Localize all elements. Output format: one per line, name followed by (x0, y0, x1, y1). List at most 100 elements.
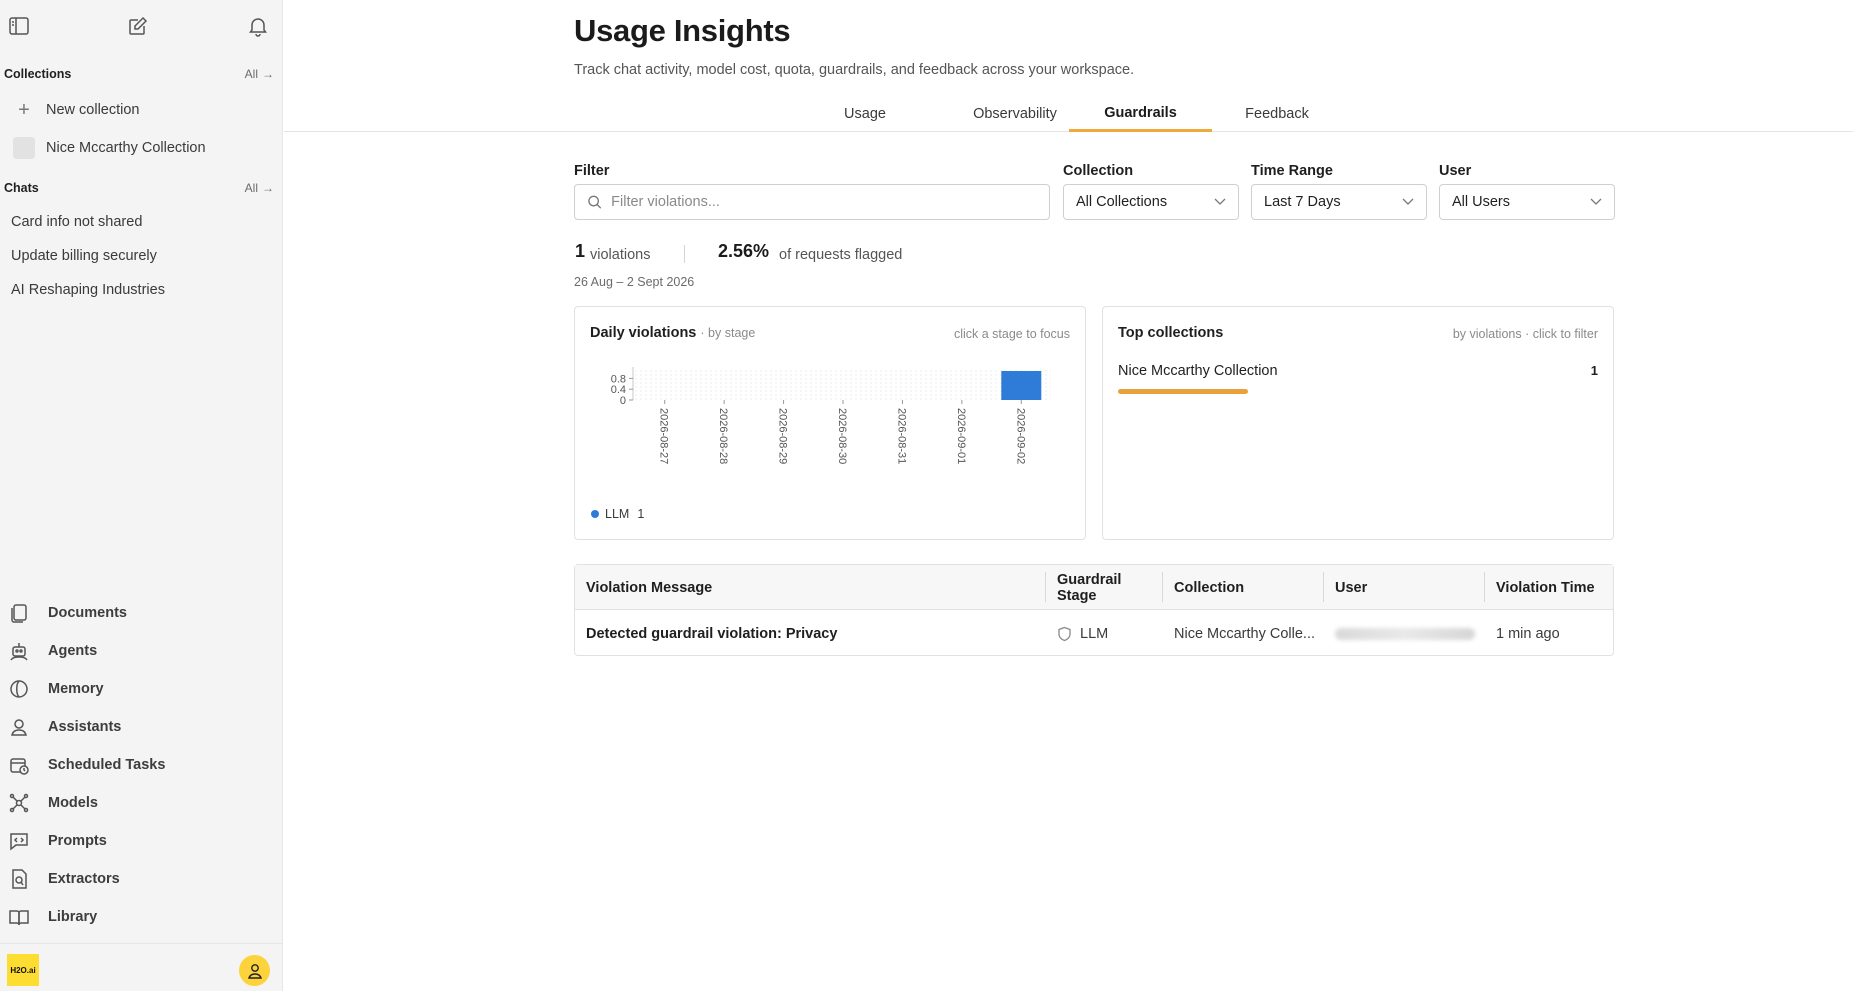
nav-label: Library (48, 909, 98, 925)
x-tick-label: 2026-09-01 (955, 408, 967, 464)
user-label: User (1439, 163, 1472, 179)
collection-cell: Nice Mccarthy Colle... (1174, 625, 1316, 642)
top-collection-count: 1 (1590, 363, 1598, 378)
main-content: Usage Insights Track chat activity, mode… (284, 0, 1853, 991)
chat-title: AI Reshaping Industries (11, 282, 165, 298)
nav-label: Memory (48, 681, 104, 697)
models-icon (9, 793, 29, 813)
x-tick-label: 2026-08-30 (836, 408, 848, 464)
nav-library[interactable]: Library (0, 900, 283, 934)
time-range-select-value: Last 7 Days (1264, 194, 1341, 210)
table-header: Violation Message Guardrail Stage Collec… (575, 565, 1613, 610)
collection-label: Collection (1063, 163, 1134, 179)
page-subtitle: Track chat activity, model cost, quota, … (574, 62, 1135, 78)
card-title: Daily violations · by stage (590, 325, 755, 341)
chat-title: Update billing securely (11, 248, 157, 264)
nav-label: Models (48, 795, 98, 811)
chats-all-link[interactable]: All → (245, 181, 274, 195)
chat-title: Card info not shared (11, 214, 143, 230)
user-avatar[interactable] (239, 955, 270, 986)
daily-violations-title: Daily violations (590, 325, 697, 341)
nav-memory[interactable]: Memory (0, 672, 283, 706)
new-chat-icon[interactable] (124, 12, 152, 40)
collection-thumbnail (13, 137, 35, 159)
violations-count: 1 (575, 241, 586, 261)
filter-field (574, 184, 1050, 220)
tab-usage[interactable]: Usage (800, 96, 930, 132)
extractors-icon (12, 869, 27, 889)
column-header-violation-message[interactable]: Violation Message (575, 565, 1045, 610)
collection-select[interactable]: All Collections (1063, 184, 1239, 220)
filter-violations-input[interactable] (611, 194, 1049, 210)
violations-table: Violation Message Guardrail Stage Collec… (574, 564, 1614, 656)
h2o-logo: H2O.ai (7, 954, 39, 986)
documents-icon (11, 604, 27, 623)
nav-prompts[interactable]: Prompts (0, 824, 283, 858)
chat-item[interactable]: Card info not shared (0, 206, 283, 238)
top-collection-name: Nice Mccarthy Collection (1118, 363, 1278, 379)
collections-all-link[interactable]: All → (245, 67, 274, 81)
chat-item[interactable]: Update billing securely (0, 240, 283, 272)
time-range-label: Time Range (1251, 163, 1333, 179)
top-collection-bar (1118, 389, 1248, 394)
daily-violations-subtitle: · by stage (700, 326, 756, 340)
daily-violations-card: Daily violations · by stage click a stag… (574, 306, 1086, 540)
collections-heading: Collections (4, 67, 72, 81)
violation-time-cell: 1 min ago (1496, 625, 1560, 642)
memory-icon (10, 680, 28, 698)
top-collection-bar-track (1118, 389, 1598, 394)
new-collection-button[interactable]: + New collection (0, 94, 283, 126)
shield-icon (1058, 626, 1071, 641)
nav-label: Extractors (48, 871, 120, 887)
guardrail-stage-value: LLM (1080, 625, 1109, 642)
collections-all-label: All (244, 67, 258, 81)
sidebar-collection-item[interactable]: Nice Mccarthy Collection (0, 132, 283, 164)
user-select-value: All Users (1452, 194, 1511, 210)
x-tick-label: 2026-08-28 (717, 408, 729, 464)
chat-item[interactable]: AI Reshaping Industries (0, 274, 283, 306)
x-tick-label: 2026-08-29 (777, 408, 789, 464)
sidebar-footer: H2O.ai (0, 943, 283, 991)
nav-label: Agents (48, 643, 98, 659)
nav-label: Scheduled Tasks (48, 757, 166, 773)
assistants-icon (11, 719, 27, 736)
page-title: Usage Insights (574, 13, 791, 48)
tab-feedback[interactable]: Feedback (1212, 96, 1342, 132)
scheduled-tasks-icon (10, 758, 29, 775)
nav-extractors[interactable]: Extractors (0, 862, 283, 896)
nav-assistants[interactable]: Assistants (0, 710, 283, 744)
chats-heading: Chats (4, 181, 39, 195)
user-icon (247, 963, 262, 979)
tab-guardrails[interactable]: Guardrails (1069, 96, 1212, 132)
time-range-select[interactable]: Last 7 Days (1251, 184, 1427, 220)
nav-models[interactable]: Models (0, 786, 283, 820)
nav-agents[interactable]: Agents (0, 634, 283, 668)
plus-icon: + (18, 98, 30, 121)
flagged-label: of requests flagged (779, 247, 903, 263)
nav-label: Assistants (48, 719, 122, 735)
column-header-guardrail-stage[interactable]: Guardrail Stage (1046, 565, 1162, 610)
top-collection-row[interactable]: Nice Mccarthy Collection 1 (1118, 363, 1598, 379)
stats-divider (684, 245, 685, 263)
x-tick-label: 2026-09-02 (1014, 408, 1026, 464)
column-header-violation-time[interactable]: Violation Time (1485, 565, 1613, 610)
column-header-user[interactable]: User (1324, 565, 1484, 610)
agents-icon (10, 643, 28, 661)
legend-label: LLM (605, 507, 630, 521)
chevron-down-icon (1214, 198, 1226, 205)
legend-value: 1 (637, 507, 645, 521)
prompts-icon (10, 833, 28, 851)
violations-label: violations (590, 247, 651, 263)
chevron-down-icon (1590, 198, 1602, 205)
insights-tabs: Usage Observability Guardrails Feedback (284, 96, 1853, 132)
nav-scheduled-tasks[interactable]: Scheduled Tasks (0, 748, 283, 782)
toggle-sidebar-icon[interactable] (5, 12, 33, 40)
chevron-down-icon (1402, 198, 1414, 205)
notifications-bell-icon[interactable] (244, 12, 272, 40)
nav-documents[interactable]: Documents (0, 596, 283, 630)
x-tick-label: 2026-08-31 (895, 408, 907, 464)
arrow-right-icon: → (262, 181, 274, 195)
user-select[interactable]: All Users (1439, 184, 1615, 220)
column-header-collection[interactable]: Collection (1163, 565, 1323, 610)
chart-legend[interactable]: LLM 1 (591, 507, 644, 521)
